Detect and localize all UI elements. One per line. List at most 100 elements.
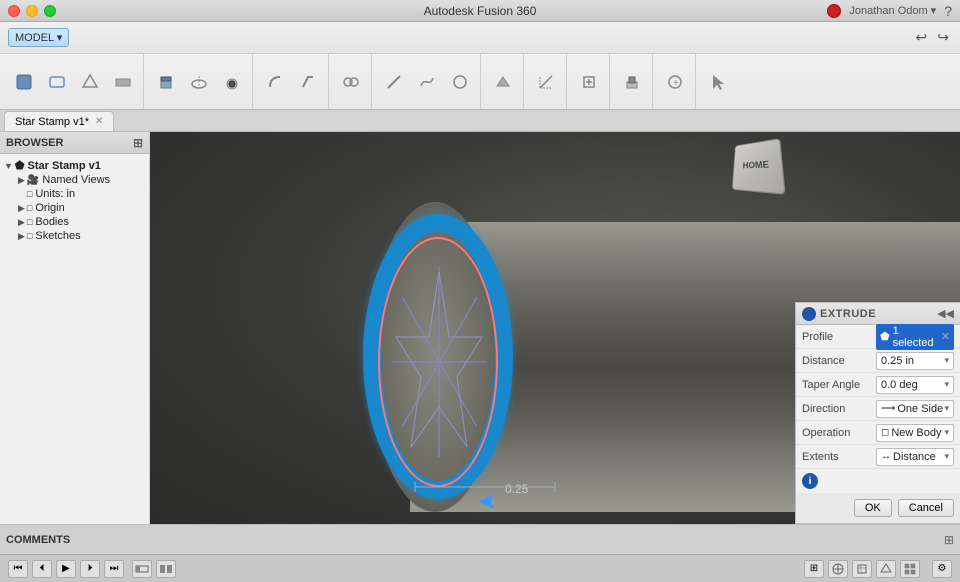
model-tab-button[interactable]: MODEL ▾ — [8, 28, 69, 47]
sidebar-tree: ▼ ⬟ Star Stamp v1 ▶ 🎥 Named Views ▶ □ Un… — [0, 154, 149, 524]
toolbar-group-addins: + — [655, 54, 696, 109]
tree-item-units[interactable]: ▶ □ Units: in — [0, 187, 149, 201]
toolbar-group-make — [612, 54, 653, 109]
extrude-profile-row: Profile ⬟ 1 selected ✕ — [796, 325, 960, 349]
play-button[interactable]: ▶ — [56, 560, 76, 578]
toolbar-icon-extrude[interactable] — [150, 66, 182, 98]
play-start-button[interactable]: ⏮ — [8, 560, 28, 578]
redo-icon[interactable]: ↪ — [937, 29, 949, 46]
minimize-button[interactable] — [26, 5, 38, 17]
view-btn-2[interactable] — [828, 560, 848, 578]
extrude-ok-button[interactable]: OK — [854, 499, 892, 517]
toolbar-icon-hole[interactable] — [216, 66, 248, 98]
play-next-button[interactable]: ⏵ — [80, 560, 100, 578]
toolbar-icon-surface[interactable] — [41, 66, 73, 98]
play-end-button[interactable]: ⏭ — [104, 560, 124, 578]
tree-item-named-views[interactable]: ▶ 🎥 Named Views — [0, 173, 149, 187]
toolbar-icon-plane[interactable] — [487, 66, 519, 98]
toolbar-group-inspect — [526, 54, 567, 109]
extrude-extents-arrow: ▾ — [944, 451, 949, 462]
viewcube-box[interactable]: HOME — [732, 138, 786, 195]
tree-item-bodies[interactable]: ▶ □ Bodies — [0, 215, 149, 229]
toolbar-icon-select[interactable] — [702, 66, 734, 98]
operation-icon: ◻ — [881, 427, 889, 438]
extrude-operation-row: Operation ◻ New Body ▾ — [796, 421, 960, 445]
info-icon: i — [802, 473, 818, 489]
direction-icon: ⟶ — [881, 403, 895, 414]
bottombar-expand-icon[interactable]: ⊞ — [944, 533, 954, 547]
extrude-profile-clear[interactable]: ✕ — [941, 330, 950, 343]
extrude-panel-collapse[interactable]: ◀◀ — [937, 307, 954, 320]
timeline-icon1[interactable] — [132, 560, 152, 578]
toolbar-icon-insert-svg[interactable] — [573, 66, 605, 98]
tab-star-stamp[interactable]: Star Stamp v1* ✕ — [4, 111, 114, 131]
toolbar-icon-3dprint[interactable] — [616, 66, 648, 98]
extrude-operation-value[interactable]: ◻ New Body ▾ — [876, 424, 954, 442]
toolbar-icon-solid[interactable] — [8, 66, 40, 98]
toolbar-icon-line[interactable] — [378, 66, 410, 98]
toolbar-icon-spline[interactable] — [411, 66, 443, 98]
extrude-extents-value[interactable]: ↔ Distance ▾ — [876, 448, 954, 466]
toolbar-icon-sketch-circle[interactable] — [444, 66, 476, 98]
help-icon[interactable]: ? — [944, 3, 952, 19]
toolbar-group-assemble — [331, 54, 372, 109]
sidebar-title: BROWSER — [6, 137, 63, 149]
extrude-panel-header: EXTRUDE ◀◀ — [796, 303, 960, 325]
toolbar-icon-revolve[interactable] — [183, 66, 215, 98]
extrude-taper-row: Taper Angle 0.0 deg ▾ — [796, 373, 960, 397]
extrude-taper-text: 0.0 deg — [881, 379, 918, 391]
extrude-direction-arrow: ▾ — [944, 403, 949, 414]
extrude-distance-value[interactable]: 0.25 in ▾ — [876, 352, 954, 370]
toolbar-group-sketch — [374, 54, 481, 109]
tree-arrow-root: ▼ — [4, 161, 13, 171]
extrude-panel-title: EXTRUDE — [820, 308, 876, 320]
undo-icon[interactable]: ↩ — [916, 29, 928, 46]
extrude-profile-icon: ⬟ — [880, 330, 890, 343]
view-btn-4[interactable] — [876, 560, 896, 578]
tab-close-icon[interactable]: ✕ — [95, 116, 103, 127]
tree-item-root[interactable]: ▼ ⬟ Star Stamp v1 — [0, 158, 149, 173]
toolbar-icon-sheetmetal[interactable] — [107, 66, 139, 98]
record-button[interactable] — [827, 4, 841, 18]
tree-label-units: Units: in — [35, 188, 75, 200]
play-prev-button[interactable]: ⏴ — [32, 560, 52, 578]
tab-label: Star Stamp v1* — [15, 116, 89, 128]
tree-item-sketches[interactable]: ▶ □ Sketches — [0, 229, 149, 243]
toolbar-icon-fillet[interactable] — [259, 66, 291, 98]
extrude-direction-label: Direction — [802, 403, 872, 415]
extrude-profile-value[interactable]: ⬟ 1 selected ✕ — [876, 324, 954, 350]
view-btn-3[interactable] — [852, 560, 872, 578]
viewport[interactable]: 0.25 ➤ .25 ▲ Specify distance, or hold C… — [150, 132, 960, 524]
extrude-taper-label: Taper Angle — [802, 379, 872, 391]
view-btn-5[interactable] — [900, 560, 920, 578]
maximize-button[interactable] — [44, 5, 56, 17]
svg-text:+: + — [673, 78, 679, 89]
toolbar: MODEL ▾ ↩ ↪ — [0, 22, 960, 110]
tree-item-origin[interactable]: ▶ □ Origin — [0, 201, 149, 215]
extrude-extents-row: Extents ↔ Distance ▾ — [796, 445, 960, 469]
toolbar-icon-joint[interactable] — [335, 66, 367, 98]
extrude-panel-indicator — [802, 307, 816, 321]
close-button[interactable] — [8, 5, 20, 17]
settings-button[interactable]: ⚙ — [932, 560, 952, 578]
toolbar-icon-measure[interactable] — [530, 66, 562, 98]
extrude-cancel-button[interactable]: Cancel — [898, 499, 954, 517]
viewcube[interactable]: HOME — [730, 140, 790, 195]
viewcube-label: HOME — [743, 159, 770, 170]
toolbar-icon-mesh[interactable] — [74, 66, 106, 98]
extrude-info-row: i — [796, 469, 960, 493]
extrude-panel: EXTRUDE ◀◀ Profile ⬟ 1 selected ✕ Distan… — [795, 302, 960, 524]
toolbar-icon-chamfer[interactable] — [292, 66, 324, 98]
toolbar-top: MODEL ▾ ↩ ↪ — [0, 22, 960, 54]
timeline-icon2[interactable] — [156, 560, 176, 578]
extrude-direction-arrow: ➤ — [477, 487, 497, 516]
extrude-direction-text: One Side — [897, 403, 943, 415]
view-btn-1[interactable]: ⊞ — [804, 560, 824, 578]
extrude-direction-value[interactable]: ⟶ One Side ▾ — [876, 400, 954, 418]
toolbar-icon-addins[interactable]: + — [659, 66, 691, 98]
extrude-taper-value[interactable]: 0.0 deg ▾ — [876, 376, 954, 394]
username: Jonathan Odom — [849, 5, 927, 17]
bottombar: COMMENTS ⊞ — [0, 524, 960, 554]
sidebar-collapse-icon[interactable]: ⊞ — [133, 136, 143, 150]
playback-controls: ⏮ ⏴ ▶ ⏵ ⏭ — [8, 560, 176, 578]
